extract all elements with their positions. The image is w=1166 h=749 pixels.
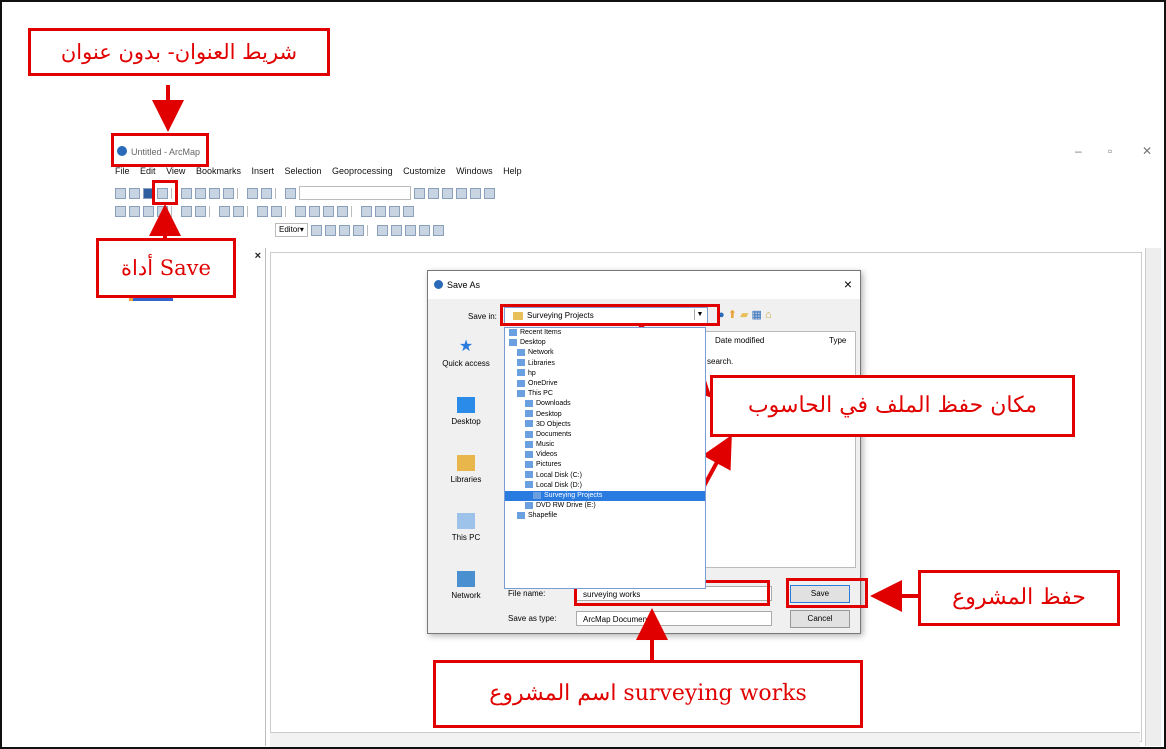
save-in-dropdown[interactable]: Recent Items Desktop Network Libraries hp One… <box>504 327 706 589</box>
dropdown-item[interactable]: Libraries <box>505 359 705 369</box>
dropdown-item[interactable]: Downloads <box>505 399 705 409</box>
dropdown-item[interactable]: This PC <box>505 389 705 399</box>
dropdown-item-label: Network <box>528 349 554 357</box>
folder-icon <box>533 491 541 499</box>
dropdown-item[interactable]: DVD RW Drive (E:) <box>505 501 705 511</box>
folder-icon <box>525 461 533 469</box>
dropdown-item-label: Desktop <box>520 339 546 347</box>
folder-icon <box>525 471 533 479</box>
dropdown-item[interactable]: Pictures <box>505 460 705 470</box>
folder-icon <box>509 338 517 346</box>
folder-icon <box>517 389 525 397</box>
folder-icon <box>517 369 525 377</box>
annotation-project-name: اسم المشروع surveying works <box>433 660 863 728</box>
annotation-save-tool: أداة Save <box>96 238 236 298</box>
dropdown-item-label: Videos <box>536 451 558 459</box>
folder-icon <box>525 410 533 418</box>
dropdown-item-label: Pictures <box>536 461 562 469</box>
dropdown-item[interactable]: Network <box>505 348 705 358</box>
dropdown-item-label: Desktop <box>536 410 562 418</box>
dropdown-item-label: hp <box>528 369 536 377</box>
dropdown-item-label: Downloads <box>536 400 571 408</box>
dropdown-item-label: 3D Objects <box>536 420 571 428</box>
dropdown-item-label: DVD RW Drive (E:) <box>536 502 596 510</box>
dropdown-item[interactable]: Local Disk (D:) <box>505 481 705 491</box>
dropdown-item-label: This PC <box>528 390 553 398</box>
dropdown-item[interactable]: Desktop <box>505 410 705 420</box>
folder-icon <box>517 349 525 357</box>
folder-icon <box>525 501 533 509</box>
folder-icon <box>517 512 525 520</box>
dropdown-item-label: Music <box>536 441 555 449</box>
folder-icon <box>509 328 517 336</box>
folder-icon <box>525 450 533 458</box>
dropdown-item[interactable]: Surveying Projects <box>505 491 705 502</box>
folder-icon <box>525 420 533 428</box>
folder-icon <box>525 481 533 489</box>
folder-icon <box>525 399 533 407</box>
dropdown-item-label: OneDrive <box>528 379 558 387</box>
dropdown-item-label: Surveying Projects <box>544 492 603 499</box>
dropdown-item[interactable]: Shapefile <box>505 511 705 521</box>
dropdown-item-label: Local Disk (C:) <box>536 471 582 479</box>
folder-icon <box>525 440 533 448</box>
annotation-save-project: حفظ المشروع <box>918 570 1120 626</box>
dropdown-item[interactable]: OneDrive <box>505 379 705 389</box>
annotation-save-location: مكان حفظ الملف في الحاسوب <box>710 375 1075 437</box>
folder-icon <box>525 430 533 438</box>
dropdown-item[interactable]: Recent Items <box>505 328 705 338</box>
dropdown-item[interactable]: 3D Objects <box>505 420 705 430</box>
dropdown-item-label: Shapefile <box>528 512 558 520</box>
dropdown-item-label: Local Disk (D:) <box>536 481 582 489</box>
folder-icon <box>517 359 525 367</box>
dropdown-item[interactable]: Documents <box>505 430 705 440</box>
dropdown-item[interactable]: Music <box>505 440 705 450</box>
dropdown-item[interactable]: Videos <box>505 450 705 460</box>
dropdown-item-label: Recent Items <box>520 329 562 336</box>
dropdown-item[interactable]: hp <box>505 369 705 379</box>
annotation-title-bar: شريط العنوان- بدون عنوان <box>28 28 330 76</box>
dropdown-item[interactable]: Desktop <box>505 338 705 348</box>
dropdown-item-label: Documents <box>536 430 572 438</box>
dropdown-item[interactable]: Local Disk (C:) <box>505 471 705 481</box>
folder-icon <box>517 379 525 387</box>
dropdown-item-label: Libraries <box>528 359 555 367</box>
